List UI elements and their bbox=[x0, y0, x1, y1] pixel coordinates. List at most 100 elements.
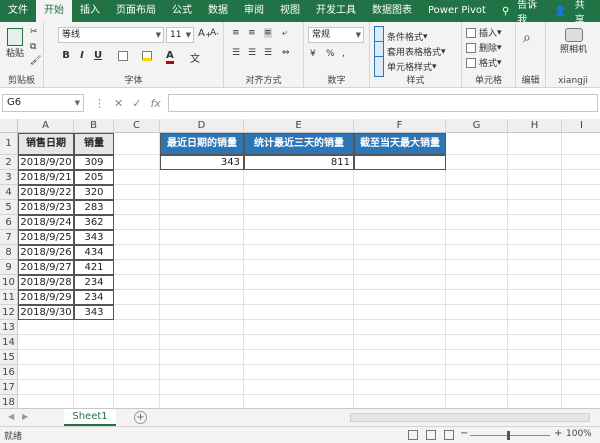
tab-view[interactable]: 视图 bbox=[272, 0, 308, 22]
zoom-slider-thumb[interactable] bbox=[507, 431, 510, 440]
tab-formulas[interactable]: 公式 bbox=[164, 0, 200, 22]
cell-sales-qty[interactable]: 283 bbox=[74, 200, 114, 215]
phonetic-icon[interactable]: 文 bbox=[190, 50, 200, 65]
row-header-9[interactable]: 9 bbox=[0, 260, 18, 275]
cell-sales-date[interactable]: 2018/9/21 bbox=[18, 170, 74, 185]
cell-sales-date[interactable]: 2018/9/20 bbox=[18, 155, 74, 170]
cell-sales-date[interactable]: 2018/9/23 bbox=[18, 200, 74, 215]
cell-sales-qty[interactable]: 434 bbox=[74, 245, 114, 260]
zoom-out-icon[interactable]: − bbox=[460, 428, 468, 439]
column-header-e[interactable]: E bbox=[244, 119, 354, 133]
fill-color-icon[interactable] bbox=[142, 51, 152, 61]
column-header-c[interactable]: C bbox=[114, 119, 160, 133]
header-sales-date[interactable]: 销售日期 bbox=[18, 133, 74, 155]
page-layout-view-icon[interactable] bbox=[426, 430, 436, 440]
row-header-17[interactable]: 17 bbox=[0, 380, 18, 395]
cell-sales-date[interactable]: 2018/9/28 bbox=[18, 275, 74, 290]
cancel-icon[interactable]: ✕ bbox=[114, 97, 123, 110]
tab-data-charts[interactable]: 数据图表 bbox=[364, 0, 420, 22]
percent-icon[interactable]: % bbox=[326, 49, 335, 59]
column-header-h[interactable]: H bbox=[508, 119, 562, 133]
bold-button[interactable]: B bbox=[60, 50, 72, 61]
horizontal-scrollbar[interactable] bbox=[350, 413, 590, 422]
row-header-1[interactable]: 1 bbox=[0, 133, 18, 155]
italic-button[interactable]: I bbox=[76, 50, 88, 61]
zoom-in-icon[interactable]: + bbox=[554, 428, 562, 439]
cell-sales-date[interactable]: 2018/9/24 bbox=[18, 215, 74, 230]
font-color-icon[interactable]: A bbox=[166, 50, 174, 64]
underline-button[interactable]: U bbox=[92, 50, 104, 61]
row-header-4[interactable]: 4 bbox=[0, 185, 18, 200]
tab-developer[interactable]: 开发工具 bbox=[308, 0, 364, 22]
borders-icon[interactable] bbox=[118, 51, 128, 61]
summary-header-1[interactable]: 最近日期的销量 bbox=[160, 133, 244, 155]
align-right-icon[interactable]: ☰ bbox=[264, 48, 272, 58]
summary-value-3[interactable] bbox=[354, 155, 446, 170]
row-header-14[interactable]: 14 bbox=[0, 335, 18, 350]
formula-input[interactable] bbox=[168, 94, 598, 112]
column-header-d[interactable]: D bbox=[160, 119, 244, 133]
page-break-view-icon[interactable] bbox=[444, 430, 454, 440]
row-header-15[interactable]: 15 bbox=[0, 350, 18, 365]
summary-value-1[interactable]: 343 bbox=[160, 155, 244, 170]
cell-sales-date[interactable]: 2018/9/22 bbox=[18, 185, 74, 200]
paste-button[interactable]: 粘贴 bbox=[6, 28, 24, 59]
column-header-i[interactable]: I bbox=[562, 119, 600, 133]
cell-sales-date[interactable]: 2018/9/29 bbox=[18, 290, 74, 305]
row-header-18[interactable]: 18 bbox=[0, 395, 18, 408]
header-sales-qty[interactable]: 销量 bbox=[74, 133, 114, 155]
format-cells-button[interactable]: 格式 ▾ bbox=[466, 56, 502, 69]
cell-sales-qty[interactable]: 343 bbox=[74, 305, 114, 320]
number-format-select[interactable]: 常规 ▼ bbox=[308, 27, 364, 43]
row-header-6[interactable]: 6 bbox=[0, 215, 18, 230]
row-header-5[interactable]: 5 bbox=[0, 200, 18, 215]
shrink-font-icon[interactable]: A- bbox=[210, 28, 219, 38]
format-painter-icon[interactable]: 🖌 bbox=[30, 56, 41, 66]
insert-cells-button[interactable]: 插入 ▾ bbox=[466, 26, 502, 39]
summary-header-2[interactable]: 统计最近三天的销量 bbox=[244, 133, 354, 155]
cell-sales-date[interactable]: 2018/9/27 bbox=[18, 260, 74, 275]
cell-sales-qty[interactable]: 320 bbox=[74, 185, 114, 200]
row-header-10[interactable]: 10 bbox=[0, 275, 18, 290]
cell-sales-date[interactable]: 2018/9/25 bbox=[18, 230, 74, 245]
tab-home[interactable]: 开始 bbox=[36, 0, 72, 22]
column-header-b[interactable]: B bbox=[74, 119, 114, 133]
row-header-2[interactable]: 2 bbox=[0, 155, 18, 170]
comma-icon[interactable]: , bbox=[342, 49, 345, 59]
tab-page-layout[interactable]: 页面布局 bbox=[108, 0, 164, 22]
row-header-13[interactable]: 13 bbox=[0, 320, 18, 335]
row-header-11[interactable]: 11 bbox=[0, 290, 18, 305]
column-header-a[interactable]: A bbox=[18, 119, 74, 133]
merge-center-icon[interactable]: ⇔ bbox=[282, 48, 290, 58]
worksheet-grid[interactable]: ABCDEFGHI1234567891011121314151617181920… bbox=[0, 119, 600, 408]
row-header-3[interactable]: 3 bbox=[0, 170, 18, 185]
tab-data[interactable]: 数据 bbox=[200, 0, 236, 22]
cell-sales-qty[interactable]: 309 bbox=[74, 155, 114, 170]
camera-button[interactable]: 照相机 bbox=[560, 28, 587, 55]
delete-cells-button[interactable]: 删除 ▾ bbox=[466, 41, 502, 54]
row-header-16[interactable]: 16 bbox=[0, 365, 18, 380]
row-header-8[interactable]: 8 bbox=[0, 245, 18, 260]
normal-view-icon[interactable] bbox=[408, 430, 418, 440]
align-bottom-icon[interactable]: ≡ bbox=[264, 28, 272, 38]
column-header-g[interactable]: G bbox=[446, 119, 508, 133]
font-name-select[interactable]: 等线 ▼ bbox=[58, 27, 164, 43]
select-all-corner[interactable] bbox=[0, 119, 18, 133]
enter-icon[interactable]: ✓ bbox=[132, 97, 141, 110]
align-top-icon[interactable]: ≡ bbox=[232, 28, 240, 38]
cut-icon[interactable]: ✂ bbox=[30, 27, 38, 37]
align-middle-icon[interactable]: ≡ bbox=[248, 28, 256, 38]
next-sheet-icon[interactable]: ▶ bbox=[22, 412, 28, 421]
font-size-select[interactable]: 11 ▼ bbox=[166, 27, 194, 43]
currency-icon[interactable]: ¥ bbox=[310, 49, 316, 59]
cell-sales-qty[interactable]: 234 bbox=[74, 290, 114, 305]
search-icon[interactable]: ⌕ bbox=[523, 30, 531, 46]
cell-sales-date[interactable]: 2018/9/30 bbox=[18, 305, 74, 320]
tab-power-pivot[interactable]: Power Pivot bbox=[420, 0, 494, 22]
cell-sales-date[interactable]: 2018/9/26 bbox=[18, 245, 74, 260]
column-header-f[interactable]: F bbox=[354, 119, 446, 133]
cell-sales-qty[interactable]: 362 bbox=[74, 215, 114, 230]
cell-sales-qty[interactable]: 234 bbox=[74, 275, 114, 290]
cell-sales-qty[interactable]: 343 bbox=[74, 230, 114, 245]
summary-header-3[interactable]: 截至当天最大销量 bbox=[354, 133, 446, 155]
